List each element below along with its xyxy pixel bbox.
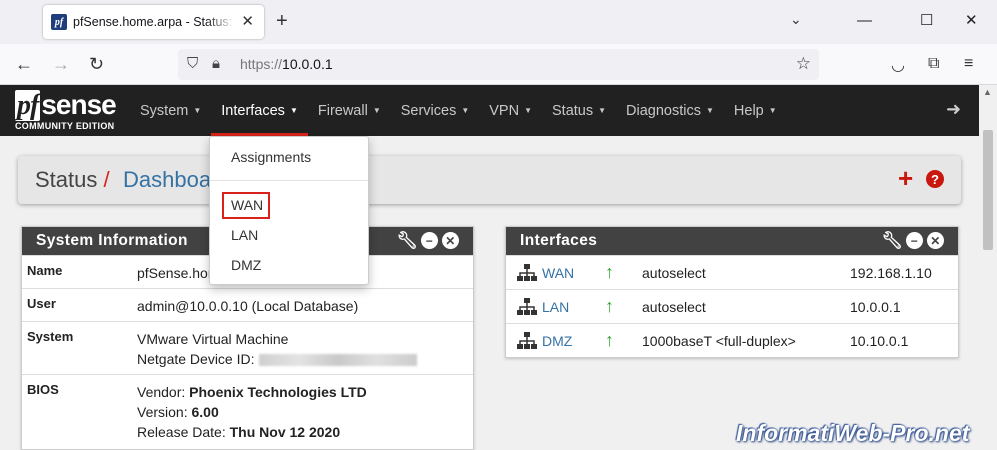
widget-title: System Information: [36, 232, 188, 249]
interfaces-dropdown-menu: Assignments WAN LAN DMZ: [209, 136, 369, 285]
window-close-icon[interactable]: ✕: [965, 12, 978, 30]
scroll-thumb[interactable]: [983, 130, 993, 250]
extensions-icon[interactable]: ⧉: [928, 55, 939, 73]
watermark: InformatiWeb-Pro.net: [736, 420, 970, 446]
caret-down-icon: ▼: [289, 106, 298, 115]
menu-icon[interactable]: ≡: [964, 55, 973, 73]
network-sitemap-icon: [517, 264, 537, 281]
pfsense-favicon-icon: pf: [51, 14, 67, 30]
status-up-arrow-icon: ↑: [605, 296, 614, 316]
main-menu: System ▼ Interfaces ▼ Firewall ▼ Services ▼ …: [130, 85, 787, 136]
dashboard-content: Status / Dashboard + ? System Informatio…: [0, 136, 979, 450]
chevron-down-icon[interactable]: ⌄: [790, 11, 802, 28]
table-row: User admin@10.0.0.10 (Local Database): [22, 288, 473, 321]
menu-firewall[interactable]: Firewall ▼: [308, 85, 391, 136]
network-sitemap-icon: [517, 298, 537, 315]
reload-icon[interactable]: ↻: [89, 54, 104, 74]
caret-down-icon: ▼: [768, 106, 777, 115]
table-row: WAN ↑ autoselect 192.168.1.10: [506, 255, 958, 289]
pocket-icon[interactable]: ◡: [891, 55, 905, 75]
wrench-icon[interactable]: 🔧︎: [397, 232, 419, 249]
table-row: System VMware Virtual Machine Netgate De…: [22, 321, 473, 374]
new-tab-icon[interactable]: +: [276, 10, 288, 32]
breadcrumb: Status / Dashboard + ?: [18, 156, 961, 204]
minimize-widget-icon[interactable]: −: [421, 232, 438, 249]
close-widget-icon[interactable]: ✕: [927, 232, 944, 249]
tab-title: pfSense.home.arpa - Status: Dashboard: [73, 15, 235, 29]
caret-down-icon: ▼: [461, 106, 470, 115]
network-sitemap-icon: [517, 332, 537, 349]
caret-down-icon: ▼: [706, 106, 714, 115]
bookmark-star-icon[interactable]: ☆: [796, 54, 811, 74]
menu-item-wan[interactable]: WAN: [231, 197, 263, 213]
add-widget-icon[interactable]: +: [898, 165, 913, 191]
menu-vpn[interactable]: VPN ▼: [479, 85, 542, 136]
divider: [210, 180, 368, 181]
menu-status[interactable]: Status ▼: [542, 85, 616, 136]
widget-title: Interfaces: [520, 232, 598, 249]
status-up-arrow-icon: ↑: [605, 330, 614, 350]
menu-item-dmz[interactable]: DMZ: [231, 257, 261, 273]
browser-toolbar: ← → ↻ ⛉ 🔒︎ https://10.0.0.1 ☆ ◡ ⧉ ≡: [0, 44, 997, 85]
menu-diagnostics[interactable]: Diagnostics ▼: [616, 85, 724, 136]
pfsense-logo[interactable]: pf sense COMMUNITY EDITION: [15, 90, 125, 134]
table-row: BIOS Vendor: Phoenix Technologies LTD Ve…: [22, 374, 473, 449]
close-tab-icon[interactable]: ✕: [241, 14, 254, 30]
caret-down-icon: ▼: [524, 106, 533, 115]
address-bar[interactable]: ⛉ 🔒︎ https://10.0.0.1 ☆: [178, 49, 819, 80]
interfaces-widget: Interfaces 🔧︎ − ✕ WAN ↑ autoselect 192.1…: [505, 226, 959, 358]
lock-warning-icon[interactable]: 🔒︎: [212, 55, 220, 72]
caret-down-icon: ▼: [598, 106, 607, 115]
table-row: DMZ ↑ 1000baseT <full-duplex> 10.10.0.1: [506, 323, 958, 357]
caret-down-icon: ▼: [372, 106, 381, 115]
wrench-icon[interactable]: 🔧︎: [882, 232, 904, 249]
url-text[interactable]: https://10.0.0.1: [240, 56, 333, 72]
minimize-icon[interactable]: —: [857, 12, 872, 30]
minimize-widget-icon[interactable]: −: [906, 232, 923, 249]
scroll-up-icon[interactable]: ▲: [983, 87, 992, 97]
menu-system[interactable]: System ▼: [130, 85, 211, 136]
browser-tab[interactable]: pf pfSense.home.arpa - Status: Dashboard…: [43, 5, 264, 39]
caret-down-icon: ▼: [193, 106, 202, 115]
interface-link-wan[interactable]: WAN: [542, 265, 574, 281]
menu-item-lan[interactable]: LAN: [231, 227, 258, 243]
interface-link-lan[interactable]: LAN: [542, 299, 569, 315]
table-row: LAN ↑ autoselect 10.0.0.1: [506, 289, 958, 323]
close-widget-icon[interactable]: ✕: [442, 232, 459, 249]
forward-icon[interactable]: →: [52, 54, 70, 74]
page-scrollbar[interactable]: ▲: [979, 85, 997, 450]
menu-help[interactable]: Help ▼: [724, 85, 787, 136]
logout-icon[interactable]: ➜: [946, 99, 961, 120]
interface-link-dmz[interactable]: DMZ: [542, 333, 572, 349]
status-up-arrow-icon: ↑: [605, 262, 614, 282]
menu-item-assignments[interactable]: Assignments: [231, 149, 311, 165]
browser-tab-bar: pf pfSense.home.arpa - Status: Dashboard…: [0, 0, 997, 44]
menu-services[interactable]: Services ▼: [391, 85, 480, 136]
breadcrumb-section[interactable]: Status: [35, 167, 97, 192]
back-icon[interactable]: ←: [15, 54, 33, 74]
help-icon[interactable]: ?: [926, 170, 944, 188]
pfsense-navbar: pf sense COMMUNITY EDITION System ▼ Interf…: [0, 85, 979, 136]
maximize-icon[interactable]: ☐: [920, 12, 933, 30]
shield-icon[interactable]: ⛉: [187, 55, 198, 72]
menu-interfaces[interactable]: Interfaces ▼: [211, 85, 308, 136]
redacted-device-id: [258, 354, 417, 367]
